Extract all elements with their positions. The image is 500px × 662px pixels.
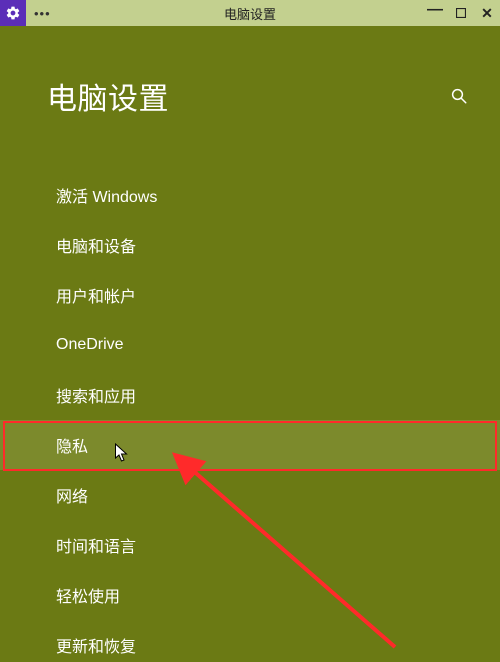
minimize-button[interactable]: — bbox=[422, 0, 448, 23]
menu-item-label: 时间和语言 bbox=[56, 533, 136, 557]
menu-item-label: 更新和恢复 bbox=[56, 633, 136, 657]
menu-item-search-and-apps[interactable]: 搜索和应用 bbox=[0, 370, 500, 420]
menu-item-activate-windows[interactable]: 激活 Windows bbox=[0, 170, 500, 220]
settings-body: 电脑设置 激活 Windows 电脑和设备 用户和帐户 OneDrive 搜索和… bbox=[0, 26, 500, 662]
menu-item-label: 轻松使用 bbox=[56, 583, 120, 607]
menu-item-update-and-recovery[interactable]: 更新和恢复 bbox=[0, 620, 500, 662]
search-button[interactable] bbox=[448, 85, 470, 107]
settings-menu: 激活 Windows 电脑和设备 用户和帐户 OneDrive 搜索和应用 隐私… bbox=[0, 170, 500, 662]
search-icon bbox=[450, 87, 468, 105]
menu-item-pc-and-devices[interactable]: 电脑和设备 bbox=[0, 220, 500, 270]
window-controls: — ✕ bbox=[422, 0, 500, 26]
header: 电脑设置 bbox=[47, 74, 470, 118]
menu-item-ease-of-access[interactable]: 轻松使用 bbox=[0, 570, 500, 620]
maximize-button[interactable] bbox=[448, 0, 474, 26]
menu-item-label: 用户和帐户 bbox=[56, 283, 136, 307]
overflow-dots-icon[interactable]: ••• bbox=[34, 7, 51, 20]
menu-item-label: 激活 Windows bbox=[56, 183, 157, 207]
menu-item-label: 隐私 bbox=[56, 433, 88, 457]
menu-item-users-and-accounts[interactable]: 用户和帐户 bbox=[0, 270, 500, 320]
menu-item-label: OneDrive bbox=[56, 336, 124, 354]
menu-item-time-and-language[interactable]: 时间和语言 bbox=[0, 520, 500, 570]
titlebar: ••• 电脑设置 — ✕ bbox=[0, 0, 500, 26]
menu-item-network[interactable]: 网络 bbox=[0, 470, 500, 520]
app-icon bbox=[0, 0, 26, 26]
menu-item-label: 电脑和设备 bbox=[56, 233, 136, 257]
page-title: 电脑设置 bbox=[47, 74, 169, 118]
window-title: 电脑设置 bbox=[224, 4, 276, 23]
gear-icon bbox=[5, 5, 21, 21]
menu-item-privacy[interactable]: 隐私 bbox=[0, 420, 500, 470]
close-button[interactable]: ✕ bbox=[474, 0, 500, 26]
menu-item-onedrive[interactable]: OneDrive bbox=[0, 320, 500, 370]
menu-item-label: 网络 bbox=[56, 483, 88, 507]
menu-item-label: 搜索和应用 bbox=[56, 383, 136, 407]
